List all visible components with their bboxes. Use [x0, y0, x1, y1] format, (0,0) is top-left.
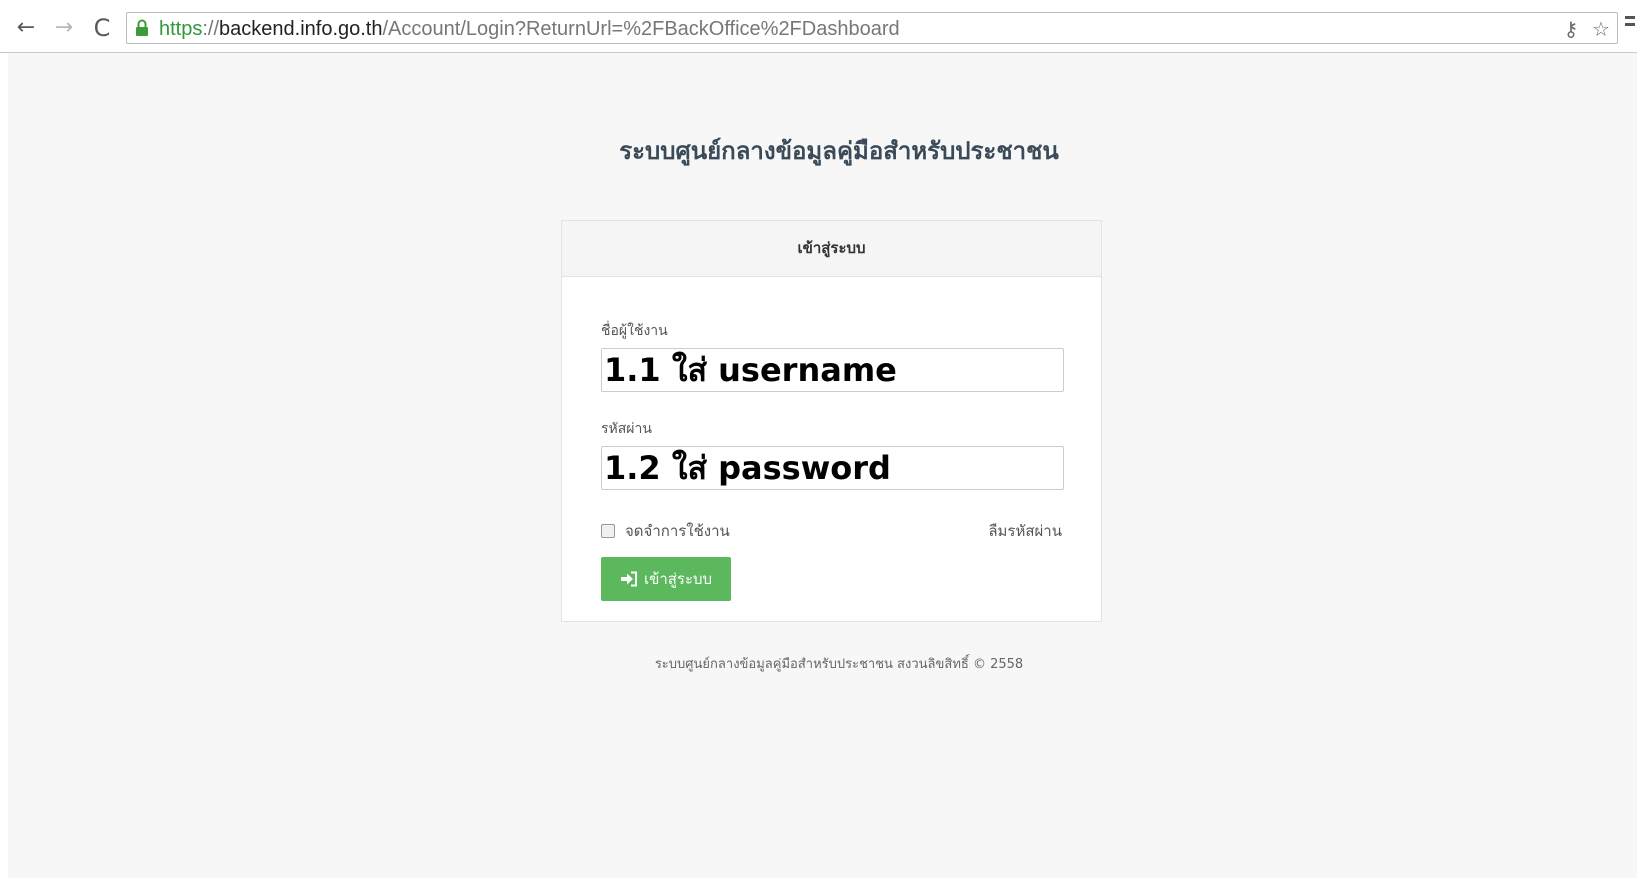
username-input[interactable]: 1.1 ใส่ username — [601, 348, 1064, 392]
lock-icon — [136, 19, 148, 36]
password-label: รหัสผ่าน — [601, 421, 652, 437]
star-icon[interactable]: ☆ — [1591, 18, 1611, 40]
reload-icon[interactable]: C — [88, 14, 116, 42]
menu-icon[interactable] — [1625, 16, 1637, 36]
sign-in-icon — [620, 571, 637, 587]
browser-toolbar: ← → C https://backend.info.go.th/Account… — [0, 0, 1637, 53]
forgot-password-link[interactable]: ลืมรหัสผ่าน — [988, 519, 1062, 543]
url-separator: :// — [202, 18, 220, 40]
login-panel: เข้าสู่ระบบ ชื่อผู้ใช้งาน 1.1 ใส่ userna… — [561, 220, 1102, 622]
url-scheme: https — [159, 18, 203, 40]
key-icon[interactable]: ⚷ — [1561, 18, 1581, 40]
username-label: ชื่อผู้ใช้งาน — [601, 323, 668, 339]
address-bar[interactable]: https://backend.info.go.th/Account/Login… — [126, 12, 1618, 44]
forward-arrow-icon[interactable]: → — [50, 14, 78, 42]
page-content: ระบบศูนย์กลางข้อมูลคู่มือสำหรับประชาชน เ… — [8, 53, 1637, 878]
remember-me-label[interactable]: จดจำการใช้งาน — [625, 519, 730, 543]
footer-copyright: ระบบศูนย์กลางข้อมูลคู่มือสำหรับประชาชน ส… — [654, 657, 1024, 672]
back-arrow-icon[interactable]: ← — [12, 14, 40, 42]
url-path: /Account/Login?ReturnUrl=%2FBackOffice%2… — [382, 18, 900, 40]
omnibox-icons: ⚷ ☆ — [1561, 17, 1611, 41]
remember-me[interactable]: จดจำการใช้งาน — [601, 519, 730, 543]
login-button-label: เข้าสู่ระบบ — [643, 570, 713, 588]
url-host: backend.info.go.th — [219, 18, 383, 40]
page-title: ระบบศูนย์กลางข้อมูลคู่มือสำหรับประชาชน — [619, 137, 1059, 165]
login-button[interactable]: เข้าสู่ระบบ — [601, 557, 731, 601]
url-text: https://backend.info.go.th/Account/Login… — [159, 17, 900, 41]
password-input[interactable]: 1.2 ใส่ password — [601, 446, 1064, 490]
login-panel-heading: เข้าสู่ระบบ — [562, 221, 1101, 277]
remember-me-checkbox[interactable] — [601, 524, 615, 538]
